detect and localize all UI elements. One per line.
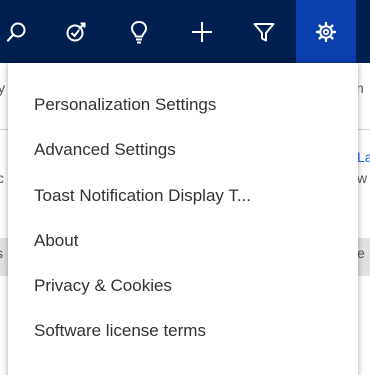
search-button[interactable]	[0, 0, 47, 63]
background-text-fragment: w	[357, 170, 368, 186]
background-text-fragment: e	[357, 245, 365, 261]
plus-icon	[191, 21, 213, 43]
gear-icon	[315, 21, 337, 43]
background-text-fragment: y	[0, 80, 5, 96]
task-button[interactable]	[46, 0, 106, 63]
filter-button[interactable]	[234, 0, 294, 63]
task-icon	[65, 21, 87, 43]
menu-item-about[interactable]: About	[34, 230, 78, 252]
lightbulb-button[interactable]	[109, 0, 169, 63]
settings-button[interactable]	[296, 0, 356, 63]
new-button[interactable]	[172, 0, 232, 63]
menu-item-advanced-settings[interactable]: Advanced Settings	[34, 139, 176, 161]
filter-icon	[253, 21, 275, 43]
command-bar	[0, 0, 370, 63]
background-text-fragment: c	[0, 170, 4, 186]
menu-item-privacy-cookies[interactable]: Privacy & Cookies	[34, 275, 172, 297]
menu-item-software-license-terms[interactable]: Software license terms	[34, 320, 206, 342]
lightbulb-icon	[129, 20, 149, 44]
settings-menu: Personalization Settings Advanced Settin…	[8, 63, 358, 375]
background-text-fragment: s	[0, 245, 3, 261]
menu-item-toast-notification-display[interactable]: Toast Notification Display T...	[34, 185, 251, 207]
background-link-fragment[interactable]: Lar	[357, 149, 370, 165]
app-window: y c s n Lar w e	[0, 0, 370, 375]
search-icon	[6, 21, 28, 43]
menu-item-personalization-settings[interactable]: Personalization Settings	[34, 94, 216, 116]
